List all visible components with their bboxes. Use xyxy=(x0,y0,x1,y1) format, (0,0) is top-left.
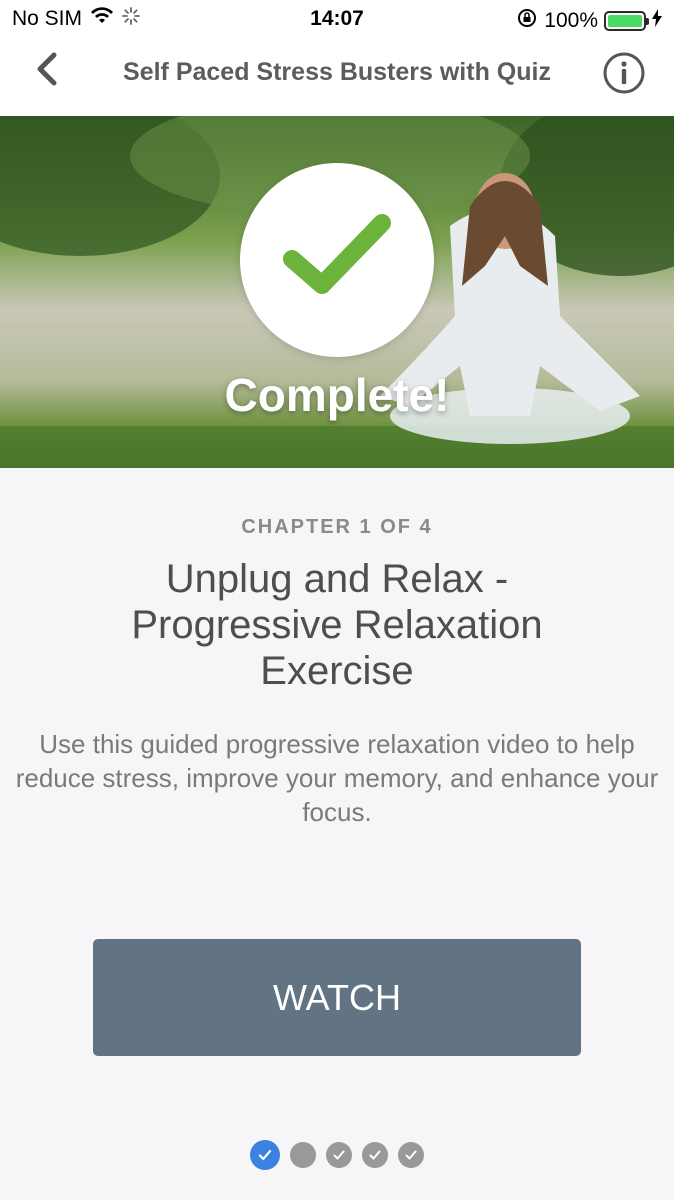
chapter-progress-label: CHAPTER 1 OF 4 xyxy=(241,516,433,538)
nav-bar: Self Paced Stress Busters with Quiz xyxy=(0,40,674,116)
chapter-title: Unplug and Relax - Progressive Relaxatio… xyxy=(131,557,543,693)
battery-icon xyxy=(604,11,649,31)
hero-banner: Complete! xyxy=(0,116,674,468)
carrier-label: No SIM xyxy=(12,7,83,30)
battery-fill xyxy=(608,15,642,27)
page-dot-1[interactable] xyxy=(250,1140,280,1170)
status-right: 100% xyxy=(516,7,662,35)
checkmark-icon xyxy=(333,1150,345,1160)
page-dot-2[interactable] xyxy=(290,1142,316,1168)
page-dot-3[interactable] xyxy=(326,1142,352,1168)
chapter-description: Use this guided progressive relaxation v… xyxy=(15,729,659,827)
page-title: Self Paced Stress Busters with Quiz xyxy=(123,58,551,86)
page-indicator xyxy=(0,1140,674,1170)
checkmark-icon xyxy=(405,1150,417,1160)
checkmark-icon xyxy=(258,1149,272,1161)
page-dot-5[interactable] xyxy=(398,1142,424,1168)
chevron-left-icon xyxy=(37,52,57,86)
status-bar: No SIM 14:07 100% xyxy=(0,0,674,40)
back-button[interactable] xyxy=(26,48,70,92)
charging-icon xyxy=(652,9,662,33)
checkmark-icon xyxy=(369,1150,381,1160)
info-icon xyxy=(603,52,645,94)
complete-check-badge xyxy=(240,163,434,357)
activity-spinner-icon xyxy=(122,7,140,31)
page-dot-4[interactable] xyxy=(362,1142,388,1168)
watch-button[interactable]: WATCH xyxy=(93,939,581,1056)
status-left: No SIM xyxy=(12,7,140,31)
wifi-icon xyxy=(90,7,114,31)
battery-percent: 100% xyxy=(544,9,598,32)
info-button[interactable] xyxy=(602,51,646,95)
completion-status: Complete! xyxy=(224,369,450,421)
rotation-lock-icon xyxy=(516,7,538,35)
checkmark-icon xyxy=(283,214,391,294)
